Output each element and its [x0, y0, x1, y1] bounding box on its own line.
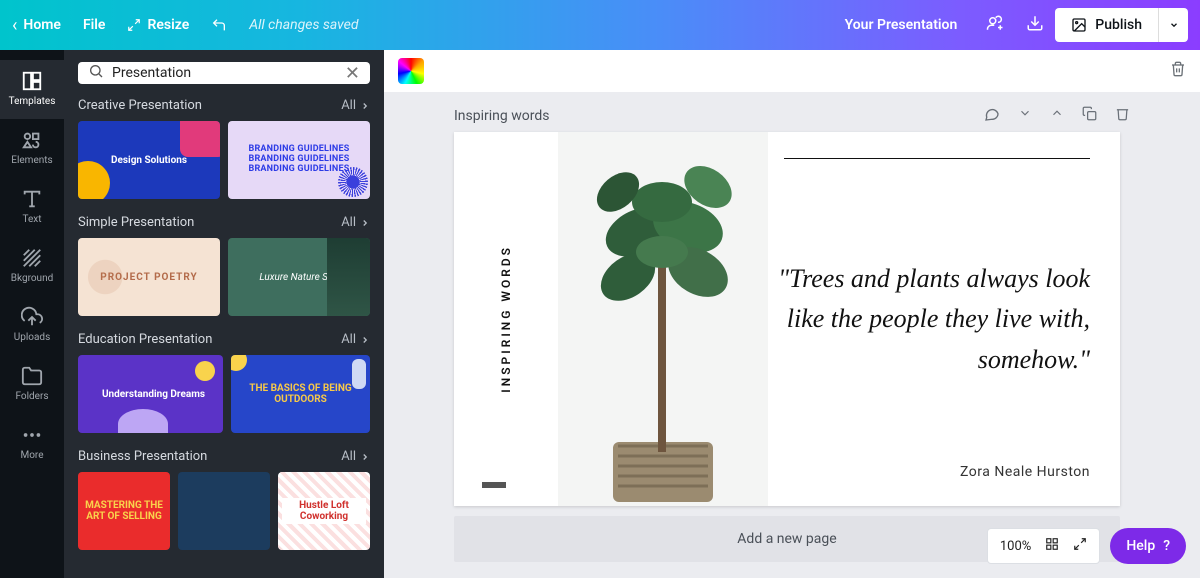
bottom-controls: 100% Help ? — [987, 528, 1186, 564]
fullscreen-icon[interactable] — [1073, 537, 1087, 555]
uploads-icon — [21, 306, 43, 328]
share-icon[interactable] — [985, 14, 1005, 36]
rule-line — [784, 158, 1090, 159]
template-thumb[interactable] — [178, 472, 270, 550]
see-all[interactable]: All — [341, 98, 370, 113]
nav-bkground[interactable]: Bkground — [0, 237, 64, 296]
search-input[interactable] — [112, 65, 345, 81]
page-up-icon[interactable] — [1050, 106, 1064, 126]
template-thumb[interactable]: MASTERING THE ART OF SELLING — [78, 472, 170, 550]
section-header[interactable]: Education Presentation All — [78, 332, 370, 347]
nav-label: Folders — [15, 391, 48, 402]
page-label[interactable]: Inspiring words — [454, 108, 549, 124]
nav-templates[interactable]: Templates — [0, 60, 64, 119]
publish-group: Publish — [1055, 8, 1188, 42]
thumb-title: PROJECT POETRY — [100, 272, 197, 283]
nav-text[interactable]: Text — [0, 178, 64, 237]
resize-label: Resize — [147, 17, 189, 33]
nav-label: Bkground — [11, 273, 54, 284]
grid-view-icon[interactable] — [1045, 537, 1059, 555]
more-icon — [21, 424, 43, 446]
help-label: Help — [1126, 538, 1155, 554]
see-all[interactable]: All — [341, 449, 370, 464]
help-button[interactable]: Help ? — [1110, 528, 1186, 564]
quote-column: "Trees and plants always look like the p… — [768, 132, 1120, 506]
quote-text[interactable]: "Trees and plants always look like the p… — [778, 183, 1090, 456]
page-controls — [984, 106, 1130, 126]
zoom-value[interactable]: 100% — [1000, 539, 1031, 554]
bkground-icon — [21, 247, 43, 269]
section-header[interactable]: Creative Presentation All — [78, 98, 370, 113]
vertical-label[interactable]: INSPIRING WORDS — [499, 245, 513, 393]
delete-icon[interactable] — [1170, 61, 1186, 81]
thumb-title: BRANDING GUIDELINES BRANDING GUIDELINES … — [232, 145, 366, 175]
document-name[interactable]: Your Presentation — [845, 17, 958, 33]
search-icon — [88, 63, 104, 83]
see-all[interactable]: All — [341, 332, 370, 347]
template-thumb[interactable]: PROJECT POETRY — [78, 238, 220, 316]
delete-page-icon[interactable] — [1115, 106, 1130, 126]
zoom-control: 100% — [987, 528, 1100, 564]
undo-icon[interactable] — [211, 17, 227, 33]
search-box[interactable]: ✕ — [78, 62, 370, 84]
thumb-title: MASTERING THE ART OF SELLING — [82, 500, 166, 522]
download-icon[interactable] — [1025, 14, 1045, 36]
thumb-title: Design Solutions — [111, 155, 187, 166]
help-icon: ? — [1163, 538, 1170, 554]
stage[interactable]: Inspiring words INSPIRING WORDS — [384, 92, 1200, 578]
templates-icon — [21, 70, 43, 92]
context-toolbar — [384, 50, 1200, 92]
clear-search-icon[interactable]: ✕ — [345, 63, 360, 84]
vertical-label-column: INSPIRING WORDS — [454, 132, 558, 506]
thumb-title: Hustle Loft Coworking — [282, 498, 366, 524]
quote-author[interactable]: Zora Neale Hurston — [778, 464, 1090, 480]
thumb-title: THE BASICS OF BEING OUTDOORS — [235, 383, 366, 405]
template-thumb[interactable]: Design Solutions — [78, 121, 220, 199]
elements-icon — [21, 129, 43, 151]
template-thumb[interactable]: Luxure Nature Spa — [228, 238, 370, 316]
section-title: Creative Presentation — [78, 98, 202, 113]
template-thumb[interactable]: THE BASICS OF BEING OUTDOORS — [231, 355, 370, 433]
canvas-area: Inspiring words INSPIRING WORDS — [384, 50, 1200, 578]
template-thumb[interactable]: BRANDING GUIDELINES BRANDING GUIDELINES … — [228, 121, 370, 199]
section-header[interactable]: Simple Presentation All — [78, 215, 370, 230]
template-thumb[interactable]: Hustle Loft Coworking — [278, 472, 370, 550]
folders-icon — [21, 365, 43, 387]
nav-more[interactable]: More — [0, 414, 64, 473]
templates-panel: ✕ Creative Presentation All Design Soluti… — [64, 50, 384, 578]
nav-label: Templates — [9, 96, 56, 107]
publish-button[interactable]: Publish — [1055, 17, 1158, 33]
plant-image[interactable] — [558, 132, 768, 506]
top-bar: ‹ Home File Resize All changes saved You… — [0, 0, 1200, 50]
thumb-title: Luxure Nature Spa — [259, 272, 338, 283]
home-button[interactable]: Home — [23, 17, 61, 33]
publish-dropdown[interactable] — [1158, 8, 1188, 42]
comments-icon[interactable] — [984, 106, 1000, 126]
slide[interactable]: INSPIRING WORDS — [454, 132, 1120, 506]
save-status: All changes saved — [249, 17, 358, 33]
page-down-icon[interactable] — [1018, 106, 1032, 126]
nav-folders[interactable]: Folders — [0, 355, 64, 414]
template-thumb[interactable]: Understanding Dreams — [78, 355, 223, 433]
section-title: Business Presentation — [78, 449, 207, 464]
nav-label: Uploads — [14, 332, 50, 343]
see-all[interactable]: All — [341, 215, 370, 230]
section-title: Education Presentation — [78, 332, 212, 347]
nav-label: Text — [22, 214, 41, 225]
nav-label: More — [20, 450, 43, 461]
resize-button[interactable]: Resize — [127, 17, 189, 33]
nav-elements[interactable]: Elements — [0, 119, 64, 178]
section-header[interactable]: Business Presentation All — [78, 449, 370, 464]
nav-label: Elements — [11, 155, 52, 166]
section-title: Simple Presentation — [78, 215, 194, 230]
text-icon — [21, 188, 43, 210]
nav-uploads[interactable]: Uploads — [0, 296, 64, 355]
thumb-title: Understanding Dreams — [102, 389, 205, 400]
file-menu[interactable]: File — [83, 17, 106, 33]
color-picker[interactable] — [398, 58, 424, 84]
left-nav: Templates Elements Text Bkground Uploads Fold… — [0, 50, 64, 578]
publish-label: Publish — [1095, 17, 1142, 33]
back-icon[interactable]: ‹ — [12, 15, 17, 36]
duplicate-icon[interactable] — [1082, 106, 1097, 126]
